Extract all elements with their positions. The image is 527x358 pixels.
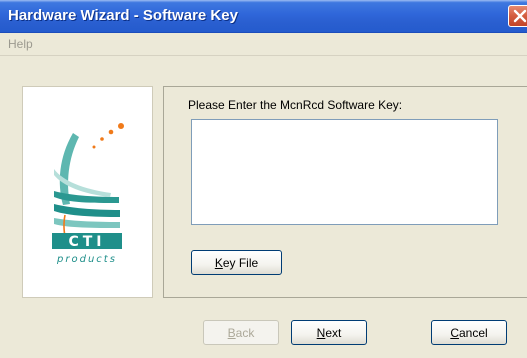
key-file-accel: K: [214, 255, 223, 270]
key-file-label: ey File: [222, 255, 259, 270]
next-accel: N: [316, 325, 326, 340]
key-prompt-label: Please Enter the McnRcd Software Key:: [188, 98, 403, 112]
back-button[interactable]: Back: [203, 320, 279, 345]
cancel-button[interactable]: Cancel: [431, 320, 507, 345]
next-label: ext: [325, 325, 342, 340]
next-button[interactable]: Next: [291, 320, 367, 345]
back-accel: B: [227, 325, 236, 340]
cancel-label: ancel: [458, 325, 488, 340]
close-icon: [513, 9, 527, 23]
logo-panel: CTI products: [22, 86, 153, 298]
cancel-accel: C: [450, 325, 459, 340]
key-file-button[interactable]: Key File: [191, 250, 282, 275]
menu-help[interactable]: Help: [8, 37, 33, 51]
logo-brand-text: CTI: [68, 234, 105, 250]
window-title: Hardware Wizard - Software Key: [8, 7, 238, 24]
title-bar[interactable]: Hardware Wizard - Software Key: [0, 0, 527, 33]
back-label: ack: [235, 325, 255, 340]
menu-bar: Help: [0, 33, 527, 56]
software-key-input[interactable]: [191, 119, 498, 225]
wizard-window: Hardware Wizard - Software Key Help CTI …: [0, 0, 527, 358]
close-button[interactable]: [508, 5, 527, 27]
logo-sub-text: products: [56, 254, 117, 265]
cti-logo: CTI products: [52, 123, 124, 265]
